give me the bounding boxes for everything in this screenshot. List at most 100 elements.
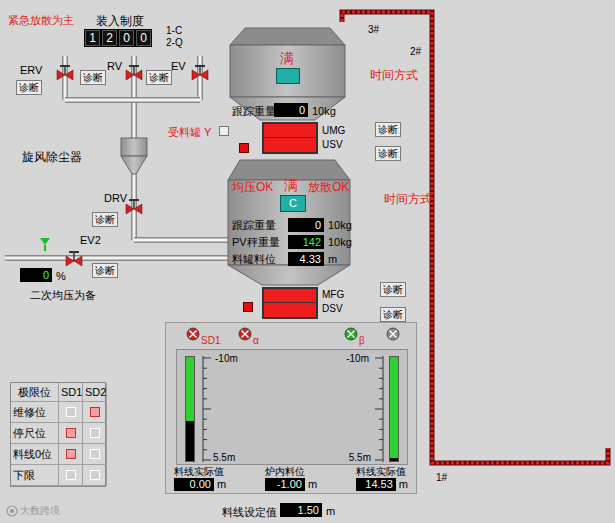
- gauge-bottom: 5.5m: [213, 450, 235, 465]
- limit-cell: [83, 423, 107, 444]
- valve-icon[interactable]: [55, 62, 75, 82]
- secondary-eq-unit: %: [56, 268, 66, 285]
- reading-row: 料罐料位4.33m: [232, 252, 352, 266]
- valve-label: EV2: [80, 232, 101, 249]
- reading-unit: 10kg: [328, 235, 352, 249]
- diagnose-button[interactable]: 诊断: [80, 70, 106, 85]
- limit-header: 极限位: [11, 383, 59, 402]
- gate-label: DSV: [322, 302, 344, 316]
- charge-digit: 1: [85, 30, 100, 46]
- readout: 料线实际值14.53m: [356, 466, 408, 491]
- readout-value: 14.53: [356, 478, 396, 491]
- diagnose-button[interactable]: 诊断: [380, 307, 406, 322]
- limit-cell: [83, 444, 107, 465]
- valve-icon[interactable]: [190, 62, 210, 82]
- reading-label: PV秤重量: [232, 235, 284, 249]
- limit-indicator: [66, 449, 76, 459]
- limit-cell: [59, 423, 83, 444]
- probe-icon: [386, 327, 400, 341]
- watermark: 大数跨境: [6, 503, 60, 518]
- valve-label: ERV: [20, 62, 42, 79]
- probe[interactable]: SD1: [186, 327, 220, 347]
- conveyor-label: 3#: [368, 22, 379, 37]
- upper-gate[interactable]: [262, 122, 318, 154]
- mode-note: 紧急放散为主: [8, 12, 74, 29]
- gauge-top: -10m: [215, 351, 238, 366]
- diagnose-button[interactable]: 诊断: [92, 212, 118, 227]
- probe[interactable]: β: [344, 327, 365, 347]
- diagnose-button[interactable]: 诊断: [380, 282, 406, 297]
- reading-row: PV秤重量14210kg: [232, 235, 352, 249]
- reading-unit: 10kg: [328, 218, 352, 232]
- lower-gate[interactable]: [262, 287, 318, 319]
- charge-digit: 2: [102, 30, 117, 46]
- charge-digit: 0: [119, 30, 134, 46]
- valve-icon[interactable]: [64, 248, 84, 268]
- diagnose-button[interactable]: 诊断: [375, 122, 401, 137]
- gauge-bottom: 5.5m: [349, 450, 371, 465]
- probe-icon: [186, 327, 200, 341]
- readout-unit: m: [217, 478, 226, 491]
- readout-value: 0.00: [174, 478, 214, 491]
- limit-header: SD1: [59, 383, 83, 402]
- limit-indicator: [90, 449, 100, 459]
- readout: 炉内料位-1.00m: [265, 466, 317, 491]
- valve-icon[interactable]: [124, 62, 144, 82]
- readout-label: 料线实际值: [174, 466, 224, 478]
- legend-item: 1-C: [166, 25, 183, 37]
- probe[interactable]: [386, 327, 400, 341]
- charge-display: 1200: [84, 29, 152, 47]
- upper-status: 满: [280, 48, 294, 69]
- limit-indicator: [90, 470, 100, 480]
- receive-tank-checkbox[interactable]: [219, 126, 229, 136]
- limit-cell: [83, 402, 107, 423]
- upper-gate-indicator: [239, 143, 249, 153]
- limit-indicator: [66, 407, 76, 417]
- secondary-eq-value: 0: [20, 268, 52, 282]
- furnace-panel: SD1αβ-10m5.5m-10m5.5m料线实际值0.00m炉内料位-1.00…: [165, 322, 417, 494]
- vent-ok: 放散OK: [308, 178, 349, 196]
- charge-digit: 0: [136, 30, 151, 46]
- valve-icon[interactable]: [124, 196, 144, 216]
- limit-table: 极限位SD1SD2维修位停尺位料线0位下限: [10, 382, 106, 487]
- gate-label: UMG: [322, 124, 345, 138]
- reading-label: 料罐料位: [232, 252, 284, 266]
- legend-item: 2-Q: [166, 37, 183, 49]
- valve-label: DRV: [104, 190, 127, 207]
- setpoint-unit: m: [326, 503, 335, 520]
- limit-row-label: 下限: [11, 465, 59, 486]
- limit-header: SD2: [83, 383, 107, 402]
- valve-label: EV: [171, 58, 186, 75]
- secondary-eq-icon[interactable]: [38, 236, 52, 252]
- receive-tank-label: 受料罐 Y: [168, 124, 211, 141]
- readout-label: 料线实际值: [356, 466, 406, 478]
- upper-gate-labels: UMGUSV: [322, 124, 345, 152]
- limit-indicator: [66, 470, 76, 480]
- probe-icon: [344, 327, 358, 341]
- limit-cell: [59, 402, 83, 423]
- setpoint-label: 料线设定值: [222, 504, 277, 521]
- charge-title: 装入制度: [96, 12, 144, 30]
- limit-indicator: [90, 428, 100, 438]
- probe[interactable]: α: [238, 327, 259, 347]
- limit-cell: [59, 465, 83, 486]
- stock-gauge: [389, 356, 399, 462]
- reading-row: 跟踪重量010kg: [232, 218, 352, 232]
- diagnose-button[interactable]: 诊断: [146, 70, 172, 85]
- reading-unit: m: [328, 252, 337, 266]
- limit-cell: [59, 444, 83, 465]
- lower-status-box: C: [280, 195, 306, 212]
- gate-label: MFG: [322, 288, 344, 302]
- track-value: 0: [274, 103, 308, 117]
- upper-status-box: [276, 68, 300, 84]
- readout-unit: m: [308, 478, 317, 491]
- diagnose-button[interactable]: 诊断: [92, 263, 118, 278]
- diagnose-button[interactable]: 诊断: [375, 146, 401, 161]
- watermark-logo-icon: [6, 505, 18, 517]
- gauge-top: -10m: [346, 351, 369, 366]
- gate-label: USV: [322, 138, 345, 152]
- limit-row-label: 维修位: [11, 402, 59, 423]
- gauge-fill: [186, 357, 194, 421]
- diagnose-button[interactable]: 诊断: [16, 80, 42, 95]
- probe-label: α: [253, 335, 259, 347]
